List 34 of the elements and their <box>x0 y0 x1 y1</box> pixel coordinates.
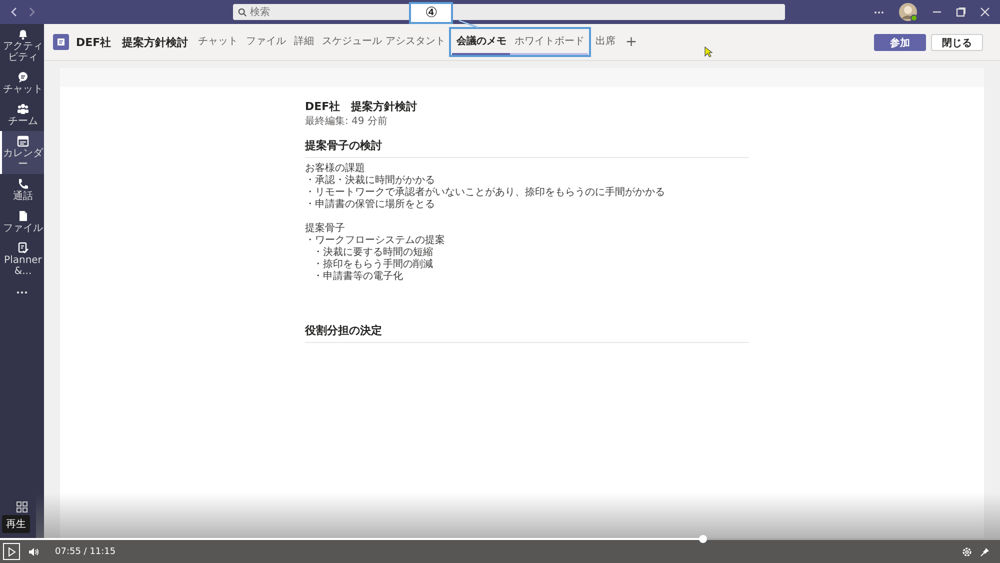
tab[interactable]: 出席 <box>591 29 620 55</box>
note-line: ・申請書等の電子化 <box>312 271 404 283</box>
sidebar-item[interactable]: 通話 <box>0 174 44 206</box>
note-line: 提案骨子 <box>305 223 346 235</box>
tab[interactable]: 会議のメモ <box>452 29 510 55</box>
section-heading: 役割分担の決定 <box>305 323 749 343</box>
tab[interactable]: 詳細 <box>290 29 318 55</box>
sidebar-item[interactable]: アクティビティ <box>0 24 44 67</box>
note-line: ・ワークフローシステムの提案 <box>305 235 446 246</box>
sidebar-item[interactable]: カレンダー <box>0 131 44 174</box>
section-heading: 提案骨子の検討 <box>305 138 749 158</box>
tab[interactable]: ホワイトボード <box>510 29 588 55</box>
playback-time: 07:55 / 11:15 <box>55 546 116 556</box>
join-button[interactable]: 参加 <box>874 34 926 50</box>
tab[interactable]: ファイル <box>242 29 290 55</box>
sidebar-item[interactable]: チーム <box>0 99 44 131</box>
sidebar-item[interactable]: Planner &... <box>0 238 44 281</box>
tooltip: 再生 <box>2 515 30 533</box>
tab[interactable]: チャット <box>194 29 242 55</box>
note-line: ・決裁に要する時間の短縮 <box>312 247 434 258</box>
note-line: ・リモートワークで承認者がいないことがあり、捺印をもらうのに手間がかかる <box>305 187 666 198</box>
last-edited: 最終編集: 49 分前 <box>305 115 388 128</box>
note-line: ・承認・決裁に時間がかかる <box>305 175 436 186</box>
note-line: ・捺印をもらう手間の削減 <box>312 259 434 270</box>
notes-title: DEF社 提案方針検討 <box>305 99 418 114</box>
note-line: ・申請書の保管に場所をとる <box>305 199 436 211</box>
note-line: お客様の課題 <box>305 163 366 174</box>
callout-number: ④ <box>409 2 454 24</box>
sidebar-item[interactable]: チャット <box>0 67 44 99</box>
meeting-title: DEF社 提案方針検討 <box>76 34 188 50</box>
add-tab-button[interactable]: + <box>619 34 644 50</box>
tab[interactable]: スケジュール アシスタント <box>318 29 450 55</box>
sidebar-item[interactable]: ファイル <box>0 206 44 238</box>
close-button[interactable]: 閉じる <box>931 34 983 50</box>
